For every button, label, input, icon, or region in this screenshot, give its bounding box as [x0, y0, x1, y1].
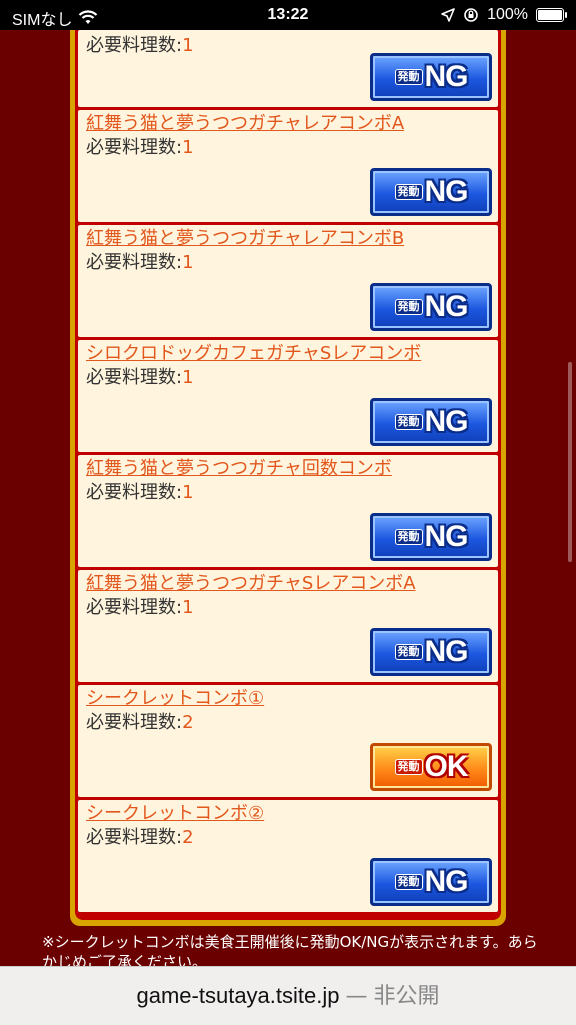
- status-ng-button[interactable]: 発動 NG: [370, 283, 492, 331]
- required-count: 2: [182, 827, 194, 848]
- status-small-label: 発動: [394, 69, 423, 85]
- status-small-label: 発動: [394, 759, 423, 775]
- required-label: 必要料理数:: [86, 712, 183, 733]
- status-small-label: 発動: [394, 184, 423, 200]
- status-label: NG: [424, 405, 469, 438]
- status-ng-button[interactable]: 発動 NG: [370, 513, 492, 561]
- status-label: NG: [424, 635, 469, 668]
- required-count: 1: [182, 137, 194, 158]
- combo-panel: 必要料理数:1 発動 NG 紅舞う猫と夢うつつガチャレアコンボA 必要料理数:1 …: [70, 30, 506, 926]
- status-ng-button[interactable]: 発動 NG: [370, 168, 492, 216]
- combo-card: 紅舞う猫と夢うつつガチャレアコンボA 必要料理数:1 発動 NG: [78, 110, 498, 222]
- required-label: 必要料理数:: [86, 597, 183, 618]
- status-label: NG: [424, 60, 469, 93]
- status-small-label: 発動: [394, 414, 423, 430]
- status-ng-button[interactable]: 発動 NG: [370, 858, 492, 906]
- status-ok-button[interactable]: 発動 OK: [370, 743, 492, 791]
- status-small-label: 発動: [394, 299, 423, 315]
- required-line: 必要料理数:2: [86, 826, 492, 850]
- status-label: NG: [424, 290, 469, 323]
- status-label: NG: [424, 520, 469, 553]
- required-line: 必要料理数:1: [86, 366, 492, 390]
- combo-title-link[interactable]: シークレットコンボ①: [86, 687, 492, 711]
- required-count: 1: [182, 597, 194, 618]
- combo-card: シロクロドッグカフェガチャSレアコンボ 必要料理数:1 発動 NG: [78, 340, 498, 452]
- required-count: 1: [182, 482, 194, 503]
- scroll-indicator[interactable]: [568, 362, 572, 562]
- combo-title-link[interactable]: 紅舞う猫と夢うつつガチャレアコンボA: [86, 112, 492, 136]
- required-label: 必要料理数:: [86, 137, 183, 158]
- status-bar: SIMなし 13:22 100%: [0, 0, 576, 30]
- status-small-label: 発動: [394, 874, 423, 890]
- required-count: 1: [182, 35, 194, 56]
- battery-percent: 100%: [487, 6, 528, 23]
- url-bar[interactable]: game-tsutaya.tsite.jp — 非公開: [0, 966, 576, 1025]
- required-line: 必要料理数:1: [86, 596, 492, 620]
- status-ng-button[interactable]: 発動 NG: [370, 628, 492, 676]
- combo-title-link[interactable]: 紅舞う猫と夢うつつガチャ回数コンボ: [86, 457, 492, 481]
- combo-title-link[interactable]: シークレットコンボ②: [86, 802, 492, 826]
- required-line: 必要料理数:1: [86, 481, 492, 505]
- combo-title-link[interactable]: 紅舞う猫と夢うつつガチャレアコンボB: [86, 227, 492, 251]
- required-label: 必要料理数:: [86, 252, 183, 273]
- combo-list: 必要料理数:1 発動 NG 紅舞う猫と夢うつつガチャレアコンボA 必要料理数:1 …: [78, 30, 498, 915]
- location-arrow-icon: [441, 8, 455, 22]
- combo-card: シークレットコンボ② 必要料理数:2 発動 NG: [78, 800, 498, 912]
- required-line: 必要料理数:2: [86, 711, 492, 735]
- battery-icon: [536, 8, 567, 22]
- required-label: 必要料理数:: [86, 35, 183, 56]
- required-label: 必要料理数:: [86, 482, 183, 503]
- required-count: 2: [182, 712, 194, 733]
- combo-card: 紅舞う猫と夢うつつガチャ回数コンボ 必要料理数:1 発動 NG: [78, 455, 498, 567]
- status-ng-button[interactable]: 発動 NG: [370, 53, 492, 101]
- combo-title-link[interactable]: 紅舞う猫と夢うつつガチャSレアコンボA: [86, 572, 492, 596]
- combo-card: 必要料理数:1 発動 NG: [78, 30, 498, 107]
- required-label: 必要料理数:: [86, 827, 183, 848]
- combo-card: 紅舞う猫と夢うつつガチャSレアコンボA 必要料理数:1 発動 NG: [78, 570, 498, 682]
- status-small-label: 発動: [394, 529, 423, 545]
- required-label: 必要料理数:: [86, 367, 183, 388]
- combo-card: 紅舞う猫と夢うつつガチャレアコンボB 必要料理数:1 発動 NG: [78, 225, 498, 337]
- rotation-lock-icon: [464, 8, 478, 22]
- status-small-label: 発動: [394, 644, 423, 660]
- status-label: NG: [424, 865, 469, 898]
- status-label: OK: [424, 750, 469, 783]
- url-domain: game-tsutaya.tsite.jp: [136, 983, 340, 1008]
- combo-card: シークレットコンボ① 必要料理数:2 発動 OK: [78, 685, 498, 797]
- status-label: NG: [424, 175, 469, 208]
- status-right: 100%: [441, 6, 567, 24]
- combo-title-link[interactable]: シロクロドッグカフェガチャSレアコンボ: [86, 342, 492, 366]
- url-separator: —: [345, 984, 368, 1009]
- combo-panel-inner: 必要料理数:1 発動 NG 紅舞う猫と夢うつつガチャレアコンボA 必要料理数:1 …: [75, 30, 501, 920]
- required-line: 必要料理数:1: [86, 136, 492, 160]
- required-count: 1: [182, 252, 194, 273]
- status-ng-button[interactable]: 発動 NG: [370, 398, 492, 446]
- required-line: 必要料理数:1: [86, 251, 492, 275]
- private-label: 非公開: [373, 984, 440, 1009]
- required-count: 1: [182, 367, 194, 388]
